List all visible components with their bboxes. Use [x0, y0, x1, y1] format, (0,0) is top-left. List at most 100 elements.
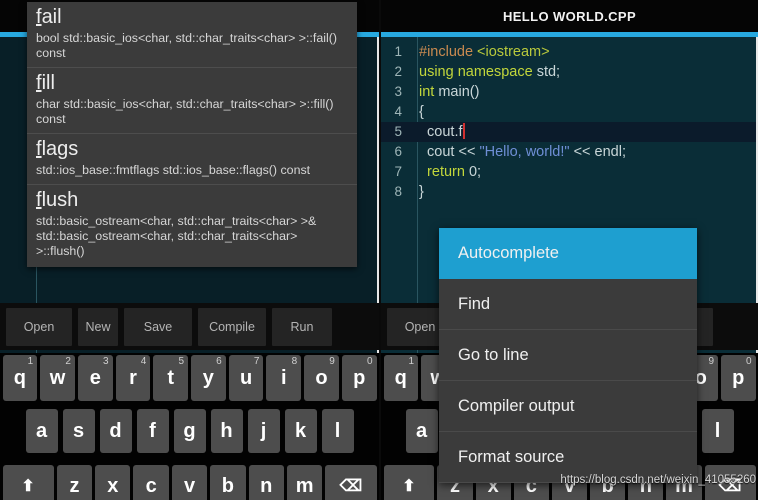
save-button[interactable]: Save [124, 307, 192, 346]
shift-key[interactable]: ⬆ [383, 465, 435, 500]
key-label: r [129, 366, 137, 389]
code-token: #include [419, 44, 478, 60]
code-line[interactable]: 1 #include <iostream> [381, 42, 756, 62]
key-z[interactable]: z [56, 465, 93, 500]
key-m[interactable]: m [286, 465, 323, 500]
key-label: l [334, 419, 341, 442]
autocomplete-item[interactable]: flags std::ios_base::fmtflags std::ios_ba… [27, 134, 357, 185]
code-token: } [419, 184, 424, 200]
key-e[interactable]: e3 [77, 355, 113, 401]
right-title-bar: HELLO WORLD.CPP [381, 0, 758, 32]
autocomplete-item[interactable]: fail bool std::basic_ios<char, std::char_… [27, 2, 357, 68]
key-a[interactable]: a [25, 409, 58, 453]
autocomplete-item-signature: char std::basic_ios<char, std::char_trai… [36, 97, 334, 126]
menu-item-go-to-line[interactable]: Go to line [439, 330, 697, 381]
key-label: p [732, 366, 745, 389]
autocomplete-item-name: flags [36, 137, 348, 162]
code-area[interactable]: 1 #include <iostream> 2 using namespace std… [381, 42, 756, 202]
menu-item-compiler-output[interactable]: Compiler output [439, 381, 697, 432]
key-label: w [49, 366, 66, 389]
key-label: h [220, 419, 233, 442]
key-g[interactable]: g [173, 409, 206, 453]
code-text: return 0; [409, 162, 481, 182]
autocomplete-item[interactable]: fill char std::basic_ios<char, std::char_… [27, 68, 357, 134]
key-i[interactable]: i8 [266, 355, 302, 401]
right-panel: HELLO WORLD.CPP 1 #include <iostream> 2 usi… [379, 0, 758, 500]
autocomplete-item-name: fail [36, 5, 348, 30]
name-remainder: lush [41, 189, 79, 211]
key-label: s [72, 419, 85, 442]
key-s[interactable]: s [62, 409, 95, 453]
code-token: cout.f [419, 124, 463, 140]
key-d[interactable]: d [99, 409, 132, 453]
key-label: c [145, 474, 157, 497]
key-w[interactable]: w2 [40, 355, 75, 401]
new-button[interactable]: New [78, 307, 118, 346]
key-v[interactable]: v [171, 465, 208, 500]
autocomplete-item[interactable]: flush std::basic_ostream<char, std::char_… [27, 185, 357, 265]
key-u[interactable]: u7 [228, 355, 264, 401]
key-f[interactable]: f [136, 409, 169, 453]
code-token: main() [438, 84, 480, 100]
key-o[interactable]: o9 [304, 355, 339, 401]
key-label: i [280, 366, 287, 389]
code-token: 0; [468, 164, 482, 180]
key-secondary-label: 6 [216, 356, 222, 367]
key-label: l [714, 419, 721, 442]
key-y[interactable]: y6 [191, 355, 226, 401]
context-menu[interactable]: Autocomplete Find Go to line Compiler outpu… [439, 228, 697, 483]
text-cursor [462, 123, 465, 139]
key-label: q [13, 366, 26, 389]
key-label: ⌫ [339, 478, 363, 495]
key-label: u [239, 366, 253, 389]
key-k[interactable]: k [284, 409, 317, 453]
key-secondary-label: 0 [366, 356, 373, 367]
line-number: 2 [394, 64, 402, 79]
compile-button[interactable]: Compile [198, 307, 266, 346]
key-j[interactable]: j [247, 409, 280, 453]
key-l[interactable]: l [321, 409, 354, 453]
key-n[interactable]: n [248, 465, 284, 500]
menu-item-find[interactable]: Find [439, 279, 697, 330]
code-token: std; [536, 64, 561, 80]
code-line[interactable]: 2 using namespace std; [381, 62, 756, 82]
key-secondary-label: 4 [140, 356, 147, 367]
key-p[interactable]: p0 [341, 355, 377, 401]
shift-key[interactable]: ⬆ [2, 465, 54, 500]
key-label: y [202, 366, 214, 389]
key-q[interactable]: q1 [383, 355, 418, 401]
key-p[interactable]: p0 [721, 355, 756, 401]
code-token: <iostream> [477, 44, 550, 60]
code-line[interactable]: 8} [381, 182, 756, 202]
key-c[interactable]: c [133, 465, 169, 500]
menu-item-autocomplete[interactable]: Autocomplete [439, 228, 697, 279]
key-label: n [260, 474, 273, 497]
key-secondary-label: 7 [253, 356, 260, 367]
name-remainder: ill [41, 72, 55, 94]
autocomplete-item-signature: std::ios_base::fmtflags std::ios_base::f… [36, 163, 311, 177]
backspace-key[interactable]: ⌫ [325, 465, 377, 500]
name-remainder: lags [41, 138, 79, 160]
key-label: ⬆ [21, 478, 35, 495]
key-b[interactable]: b [210, 465, 246, 500]
left-onscreen-keyboard[interactable]: q 1 w 2 e 3 r 4 t 5 y 6 u 7 i 8 o 9 p 0 a s d f g h j k l ⬆ z x c v b n m ⌫ [0, 353, 379, 500]
key-h[interactable]: h [210, 409, 243, 453]
key-q[interactable]: q1 [2, 355, 38, 401]
key-secondary-label: 0 [745, 356, 752, 367]
key-l[interactable]: l [701, 409, 734, 453]
screenshot-root: fail bool std::basic_ios<char, std::char_… [0, 0, 758, 500]
code-line[interactable]: 7 return 0; [381, 162, 756, 182]
code-line[interactable]: 3 int main() [381, 82, 756, 102]
code-line[interactable]: 5 cout.f [381, 122, 756, 142]
code-line[interactable]: 6 cout << "Hello, world!" << endl; [381, 142, 756, 162]
code-line[interactable]: 4{ [381, 102, 756, 122]
line-number: 7 [394, 164, 402, 179]
open-button[interactable]: Open [6, 307, 72, 346]
key-r[interactable]: r4 [115, 355, 151, 401]
key-x[interactable]: x [95, 465, 131, 500]
key-a[interactable]: a [405, 409, 438, 453]
run-button[interactable]: Run [272, 307, 332, 346]
key-t[interactable]: t5 [153, 355, 189, 401]
key-secondary-label: 2 [65, 356, 71, 367]
autocomplete-popup[interactable]: fail bool std::basic_ios<char, std::char_… [27, 2, 357, 267]
